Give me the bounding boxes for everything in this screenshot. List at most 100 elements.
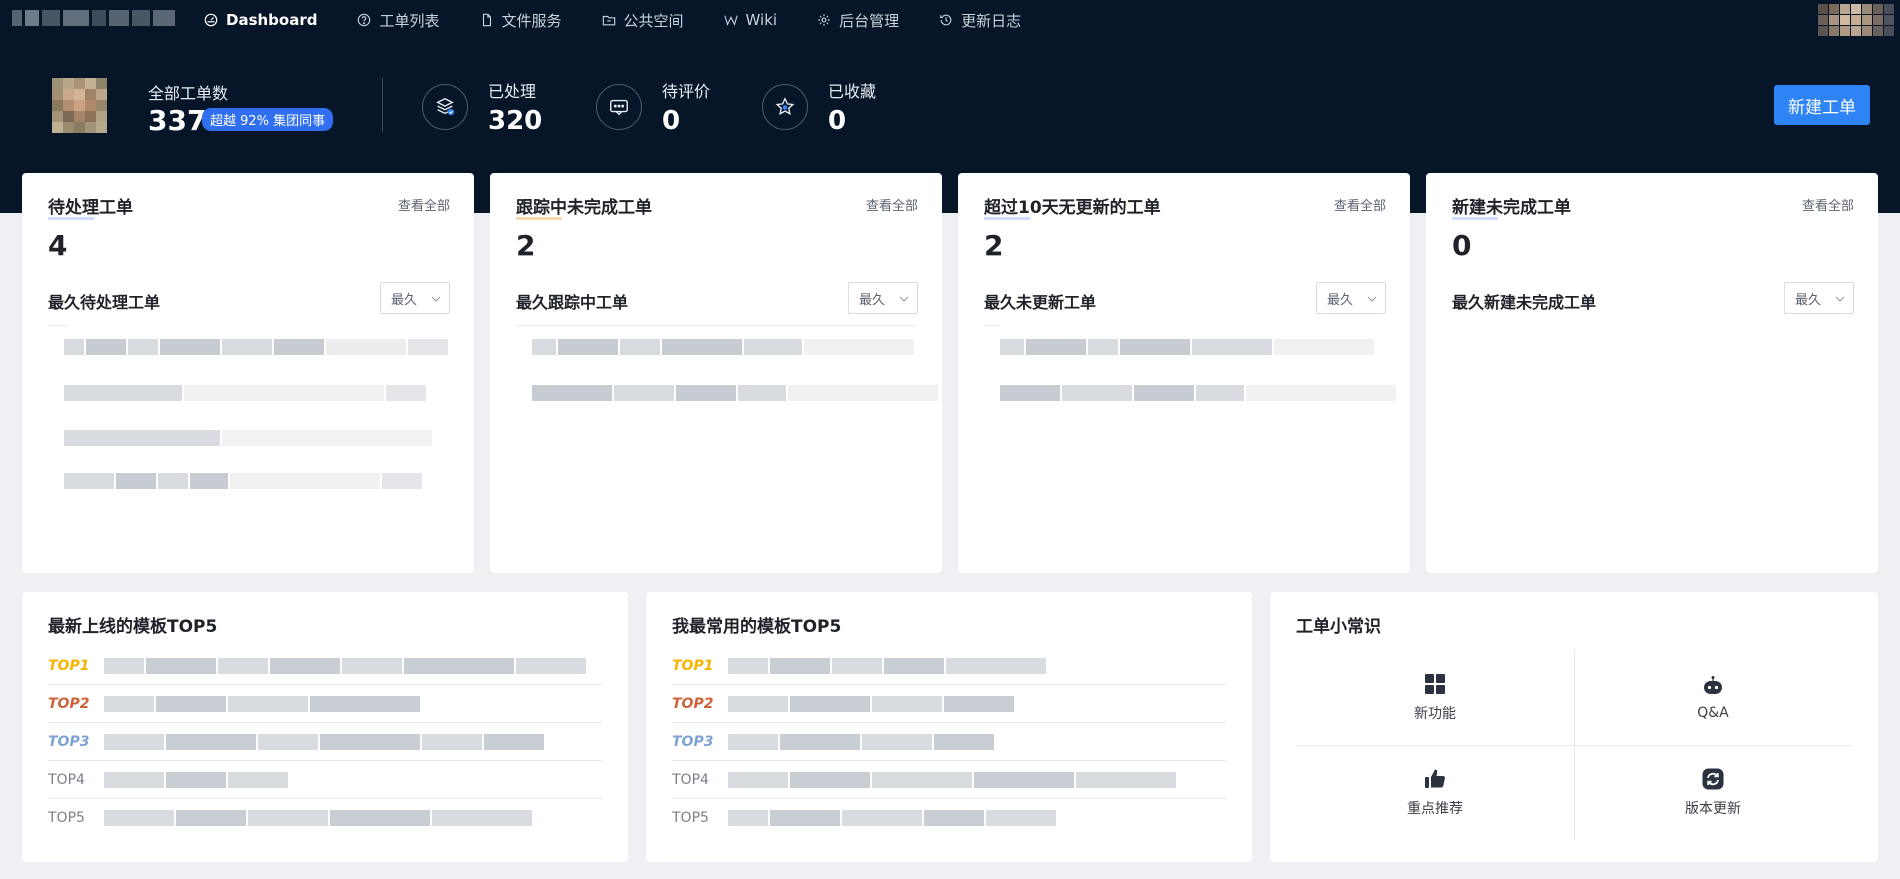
rank-label: TOP5 [48, 810, 85, 826]
divider [516, 325, 916, 326]
tip-label: 重点推荐 [1407, 800, 1463, 817]
title-underline [1452, 217, 1498, 220]
card-title: 超过10天无更新的工单 [984, 198, 1161, 218]
template-row[interactable]: TOP4 [672, 761, 1226, 799]
list-item[interactable] [64, 339, 448, 355]
stat-label: 已收藏 [828, 82, 877, 101]
tip-recommended[interactable]: 重点推荐 [1296, 745, 1574, 840]
nav-item-label: Dashboard [226, 11, 318, 29]
card-stale-tickets: 超过10天无更新的工单 查看全部 2 最久未更新工单 最久 [958, 173, 1410, 573]
view-all-link[interactable]: 查看全部 [1334, 195, 1386, 214]
card-title: 跟踪中未完成工单 [516, 198, 652, 218]
tip-label: 版本更新 [1685, 800, 1741, 817]
folder-icon [602, 15, 615, 26]
tip-qa[interactable]: Q&A [1574, 650, 1852, 745]
nav-item-admin[interactable]: 后台管理 [817, 10, 899, 31]
user-menu-avatar[interactable] [1818, 4, 1894, 36]
template-row[interactable]: TOP4 [48, 761, 602, 799]
summary-bar: 全部工单数 337 超越 92% 集团同事 已处理 320 待评价 0 已收藏 … [0, 60, 1900, 150]
list-item[interactable] [64, 473, 422, 489]
rank-label: TOP3 [672, 733, 714, 750]
sort-select[interactable]: 最久 [1784, 282, 1854, 314]
stat-value: 0 [828, 106, 847, 136]
rank-label: TOP3 [48, 733, 90, 750]
logo[interactable] [12, 10, 182, 30]
divider [984, 325, 1000, 326]
template-row[interactable]: TOP3 [48, 723, 602, 761]
robot-icon [1704, 675, 1722, 694]
total-tickets-value: 337 [148, 104, 207, 137]
thumbs-up-icon [1425, 769, 1445, 788]
card-tracking-tickets: 跟踪中未完成工单 查看全部 2 最久跟踪中工单 最久 [490, 173, 942, 573]
nav-item-file-service[interactable]: 文件服务 [480, 10, 562, 31]
new-ticket-button[interactable]: 新建工单 [1774, 85, 1870, 125]
message-icon [610, 99, 628, 116]
chevron-down-icon [431, 296, 441, 302]
ticket-count: 0 [1452, 229, 1472, 262]
sort-select[interactable]: 最久 [380, 282, 450, 314]
rank-label: TOP4 [672, 771, 709, 788]
ticket-count: 2 [516, 229, 536, 262]
nav-item-public-space[interactable]: 公共空间 [602, 10, 684, 31]
sort-value: 最久 [1327, 292, 1354, 308]
list-item[interactable] [532, 385, 938, 401]
title-underline [984, 217, 1030, 220]
nav-item-ticket-list[interactable]: 工单列表 [357, 10, 440, 31]
layers-check-icon [436, 97, 455, 116]
rank-label: TOP5 [672, 810, 709, 826]
divider [48, 325, 68, 326]
chevron-down-icon [899, 296, 909, 302]
rank-label: TOP2 [48, 695, 90, 712]
nav-item-label: 更新日志 [961, 11, 1022, 30]
dashboard-icon [204, 13, 218, 27]
top-nav: Dashboard 工单列表 文件服务 公共空间 Wiki 后台管理 更新日志 [0, 0, 1900, 40]
rank-label: TOP2 [672, 695, 714, 712]
template-row[interactable]: TOP5 [48, 799, 602, 837]
history-icon [940, 14, 952, 26]
sort-value: 最久 [391, 292, 418, 308]
card-subtitle: 最久新建未完成工单 [1452, 293, 1597, 312]
list-item[interactable] [532, 339, 914, 355]
nav-item-label: 工单列表 [379, 11, 440, 30]
view-all-link[interactable]: 查看全部 [866, 195, 918, 214]
tip-label: Q&A [1697, 704, 1729, 721]
card-frequent-templates: 我最常用的模板TOP5 TOP1 TOP2 TOP3 TOP4 TOP5 [646, 592, 1252, 862]
tip-new-features[interactable]: 新功能 [1296, 650, 1574, 745]
avatar [52, 78, 108, 134]
template-row[interactable]: TOP1 [672, 647, 1226, 685]
chevron-down-icon [1835, 296, 1845, 302]
template-row[interactable]: TOP3 [672, 723, 1226, 761]
wiki-icon [723, 15, 738, 26]
nav-item-label: Wiki [745, 11, 778, 29]
star-icon [775, 97, 795, 116]
chevron-down-icon [1367, 296, 1377, 302]
card-subtitle: 最久跟踪中工单 [516, 293, 629, 312]
sort-select[interactable]: 最久 [1316, 282, 1386, 314]
nav-item-dashboard[interactable]: Dashboard [204, 11, 317, 29]
list-item[interactable] [64, 430, 432, 446]
nav-item-changelog[interactable]: 更新日志 [939, 10, 1021, 31]
title-underline [516, 217, 562, 220]
card-subtitle: 最久待处理工单 [48, 293, 161, 312]
list-item[interactable] [1000, 339, 1374, 355]
rank-badge: 超越 92% 集团同事 [202, 108, 334, 131]
nav-item-wiki[interactable]: Wiki [723, 11, 778, 29]
stat-label: 待评价 [662, 82, 711, 101]
view-all-link[interactable]: 查看全部 [1802, 195, 1854, 214]
rank-label: TOP4 [48, 771, 85, 788]
template-row[interactable]: TOP2 [672, 685, 1226, 723]
sort-select[interactable]: 最久 [848, 282, 918, 314]
list-item[interactable] [1000, 385, 1396, 401]
template-row[interactable]: TOP5 [672, 799, 1226, 837]
ticket-count: 2 [984, 229, 1004, 262]
tip-label: 新功能 [1414, 705, 1456, 722]
title-underline [48, 217, 94, 220]
sort-value: 最久 [1795, 292, 1822, 308]
template-row[interactable]: TOP1 [48, 647, 602, 685]
view-all-link[interactable]: 查看全部 [398, 195, 450, 214]
tip-version-update[interactable]: 版本更新 [1574, 745, 1852, 840]
template-row[interactable]: TOP2 [48, 685, 602, 723]
help-circle-icon [358, 13, 371, 27]
stat-pending-review: 待评价 0 [596, 78, 710, 136]
list-item[interactable] [64, 385, 426, 401]
